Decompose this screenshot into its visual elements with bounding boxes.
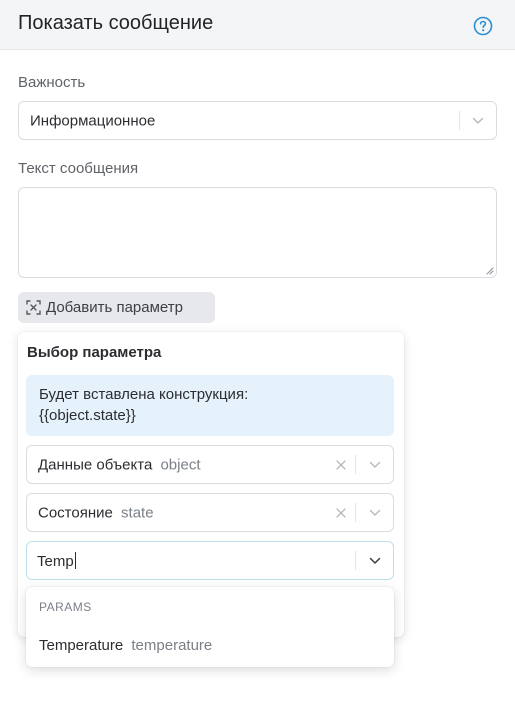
option-key: temperature	[131, 637, 213, 654]
select-separator	[355, 551, 356, 570]
dropdown-group-label: PARAMS	[39, 600, 92, 614]
state-value: Состояние state	[38, 504, 154, 521]
question-circle-icon[interactable]	[473, 16, 493, 36]
parameter-search-text: Temp	[37, 553, 74, 570]
construct-preview-code: {{object.state}}	[39, 407, 136, 424]
state-select[interactable]: Состояние state	[26, 493, 394, 532]
panel-header: Показать сообщение	[0, 0, 515, 50]
object-data-select[interactable]: Данные объекта object	[26, 445, 394, 484]
construct-preview-text: Будет вставлена конструкция:	[39, 386, 249, 403]
object-data-value: Данные объекта object	[38, 456, 201, 473]
object-data-key: object	[160, 456, 201, 473]
state-label: Состояние	[38, 504, 113, 521]
importance-value: Информационное	[30, 112, 156, 129]
panel-title: Показать сообщение	[18, 12, 214, 34]
parameter-picker-title: Выбор параметра	[27, 344, 162, 361]
dropdown-option-temperature[interactable]: Temperature temperature	[26, 631, 394, 661]
importance-label: Важность	[18, 74, 86, 91]
add-parameter-button[interactable]: Добавить параметр	[18, 292, 215, 323]
dropdown-option-text: Temperature temperature	[39, 637, 212, 654]
importance-select[interactable]: Информационное	[18, 101, 497, 140]
object-data-label: Данные объекта	[38, 456, 153, 473]
state-key: state	[121, 504, 154, 521]
clear-icon[interactable]	[335, 459, 347, 471]
chevron-down-icon[interactable]	[369, 461, 381, 469]
parameter-search-input[interactable]: Temp	[26, 541, 394, 580]
option-label: Temperature	[39, 637, 124, 654]
message-label: Текст сообщения	[18, 160, 139, 177]
construct-preview-box: Будет вставлена конструкция: {{object.st…	[26, 375, 394, 436]
parameter-dropdown-menu: PARAMS Temperature temperature	[26, 587, 394, 667]
parameter-search-value: Temp	[37, 552, 76, 570]
add-parameter-label: Добавить параметр	[46, 299, 183, 316]
select-separator	[355, 503, 356, 522]
chevron-down-icon[interactable]	[369, 557, 381, 565]
select-separator	[355, 455, 356, 474]
clear-icon[interactable]	[335, 507, 347, 519]
select-separator	[459, 111, 460, 130]
text-caret	[74, 552, 76, 569]
variable-brackets-icon	[26, 300, 41, 315]
chevron-down-icon[interactable]	[369, 509, 381, 517]
resize-grip-icon[interactable]	[486, 267, 494, 275]
chevron-down-icon[interactable]	[472, 117, 484, 125]
message-textarea[interactable]	[18, 187, 497, 278]
